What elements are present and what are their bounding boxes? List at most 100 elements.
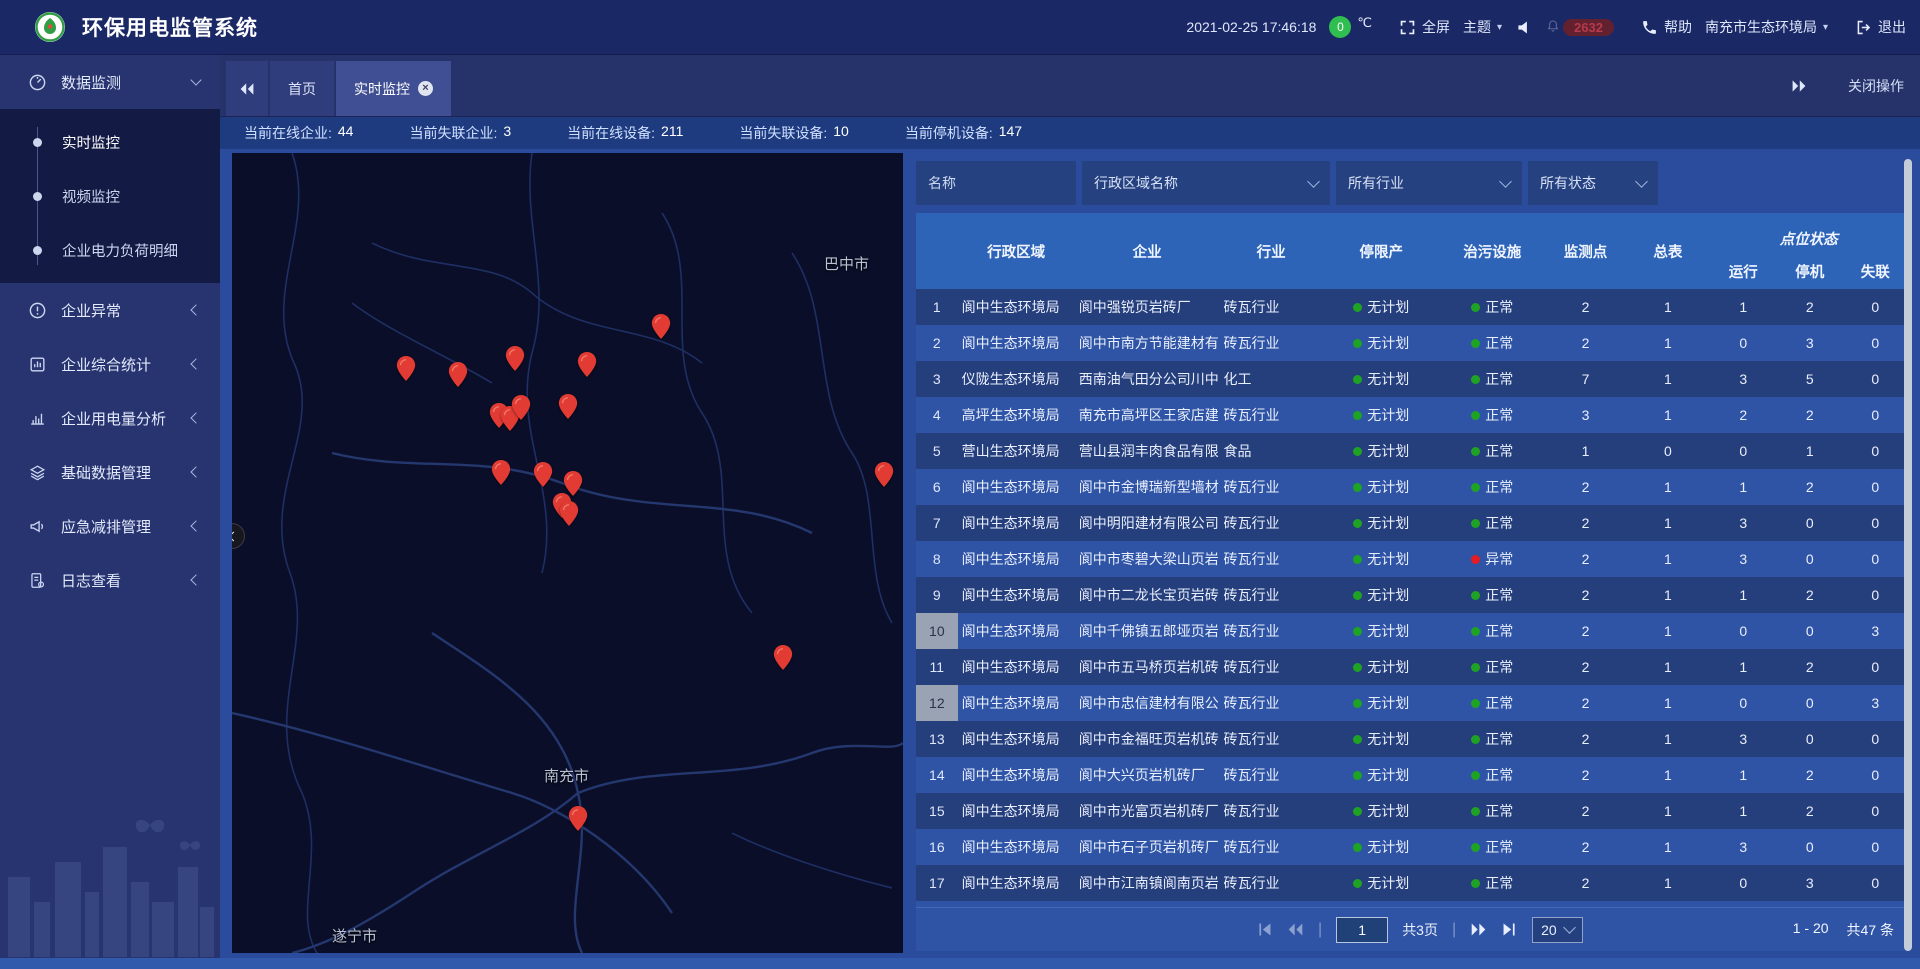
sidebar-group[interactable]: 日志查看 (0, 553, 220, 607)
sidebar-group[interactable]: 企业综合统计 (0, 337, 220, 391)
logout-icon (1855, 19, 1872, 36)
industry-filter-select[interactable]: 所有行业 (1336, 161, 1522, 205)
first-page-button[interactable] (1256, 922, 1273, 937)
cell-facility-status: 正常 (1440, 469, 1545, 505)
row-index: 11 (916, 649, 958, 685)
map-pin-icon[interactable] (874, 461, 894, 488)
map-pin-icon[interactable] (577, 351, 597, 378)
table-row[interactable]: 14 阆中生态环境局 阆中大兴页岩机砖厂 砖瓦行业 无计划 正常 2 1 1 2… (916, 757, 1908, 793)
table-row[interactable]: 9 阆中生态环境局 阆中市二龙长宝页岩砖 砖瓦行业 无计划 正常 2 1 1 2… (916, 577, 1908, 613)
table-row[interactable]: 7 阆中生态环境局 阆中明阳建材有限公司 砖瓦行业 无计划 正常 2 1 3 0… (916, 505, 1908, 541)
map-pin-icon[interactable] (491, 459, 511, 486)
cell-region: 阆中生态环境局 (958, 613, 1075, 649)
logout-button[interactable]: 退出 (1855, 17, 1906, 37)
table-row[interactable]: 12 阆中生态环境局 阆中市忠信建材有限公 砖瓦行业 无计划 正常 2 1 0 … (916, 685, 1908, 721)
tab-close-icon[interactable]: × (418, 81, 433, 96)
region-filter-select[interactable]: 行政区域名称 (1082, 161, 1330, 205)
help-button[interactable]: 帮助 (1641, 17, 1692, 37)
map-pin-icon[interactable] (568, 805, 588, 832)
mute-button[interactable] (1515, 19, 1532, 36)
map-pin-icon[interactable] (558, 393, 578, 420)
cell-company: 阆中市金福旺页岩机砖 (1075, 721, 1220, 757)
cell-stop: 2 (1777, 397, 1842, 433)
page-number-input[interactable] (1336, 917, 1388, 943)
table-row[interactable]: 1 阆中生态环境局 阆中强锐页岩砖厂 砖瓦行业 无计划 正常 2 1 1 2 0 (916, 289, 1908, 325)
cell-lost: 0 (1842, 505, 1908, 541)
page-size-select[interactable]: 20 (1532, 917, 1583, 943)
cell-company: 阆中千佛镇五郎垭页岩 (1075, 613, 1220, 649)
col-lost: 失联 (1842, 253, 1908, 289)
cell-run: 1 (1710, 757, 1777, 793)
theme-button[interactable]: 主题▾ (1463, 17, 1502, 37)
cell-facility-status: 正常 (1440, 397, 1545, 433)
divider: | (1452, 921, 1456, 939)
cell-limit-status: 无计划 (1323, 505, 1440, 541)
map-pin-icon[interactable] (651, 313, 671, 340)
sidebar-item[interactable]: 实时监控 (0, 115, 220, 169)
sidebar-group[interactable]: 数据监测 (0, 55, 220, 109)
last-page-button[interactable] (1501, 922, 1518, 937)
org-menu[interactable]: 南充市生态环境局▾ (1705, 17, 1828, 37)
tabs-scroll-left-button[interactable] (226, 61, 268, 116)
cell-points: 2 (1545, 829, 1626, 865)
table-row[interactable]: 10 阆中生态环境局 阆中千佛镇五郎垭页岩 砖瓦行业 无计划 正常 2 1 0 … (916, 613, 1908, 649)
map-pin-icon[interactable] (396, 355, 416, 382)
map-pin-icon[interactable] (511, 394, 531, 421)
sidebar-item[interactable]: 企业电力负荷明细 (0, 223, 220, 277)
map-pin-icon[interactable] (448, 361, 468, 388)
cell-limit-status: 无计划 (1323, 325, 1440, 361)
table-row[interactable]: 2 阆中生态环境局 阆中市南方节能建材有 砖瓦行业 无计划 正常 2 1 0 3… (916, 325, 1908, 361)
sidebar-group[interactable]: 企业用电量分析 (0, 391, 220, 445)
cell-company: 阆中市枣碧大梁山页岩 (1075, 541, 1220, 577)
table-row[interactable]: 17 阆中生态环境局 阆中市江南镇阆南页岩 砖瓦行业 无计划 正常 2 1 0 … (916, 865, 1908, 901)
table-row[interactable]: 8 阆中生态环境局 阆中市枣碧大梁山页岩 砖瓦行业 无计划 异常 2 1 3 0… (916, 541, 1908, 577)
cell-company: 西南油气田分公司川中 (1075, 361, 1220, 397)
cell-region: 阆中生态环境局 (958, 865, 1075, 901)
cell-stop: 3 (1777, 865, 1842, 901)
sidebar-group[interactable]: 应急减排管理 (0, 499, 220, 553)
divider: | (1318, 921, 1322, 939)
prev-page-button[interactable] (1287, 922, 1304, 937)
table-row[interactable]: 3 仪陇生态环境局 西南油气田分公司川中 化工 无计划 正常 7 1 3 5 0 (916, 361, 1908, 397)
status-dot-icon (1353, 879, 1362, 888)
chevron-down-icon (1563, 921, 1576, 934)
map-pin-icon[interactable] (533, 461, 553, 488)
fullscreen-button[interactable]: 全屏 (1399, 17, 1450, 37)
chevron-down-icon (1635, 175, 1648, 188)
notifications-button[interactable]: 2632 (1545, 19, 1614, 36)
next-page-button[interactable] (1470, 922, 1487, 937)
sidebar-group[interactable]: 企业异常 (0, 283, 220, 337)
table-row[interactable]: 4 高坪生态环境局 南充市高坪区王家店建 砖瓦行业 无计划 正常 3 1 2 2… (916, 397, 1908, 433)
bullet-icon (33, 192, 42, 201)
table-row[interactable]: 11 阆中生态环境局 阆中市五马桥页岩机砖 砖瓦行业 无计划 正常 2 1 1 … (916, 649, 1908, 685)
map-pin-icon[interactable] (505, 345, 525, 372)
status-filter-select[interactable]: 所有状态 (1528, 161, 1658, 205)
cell-company: 阆中市五马桥页岩机砖 (1075, 649, 1220, 685)
sidebar-group[interactable]: 基础数据管理 (0, 445, 220, 499)
sidebar-item[interactable]: 视频监控 (0, 169, 220, 223)
close-operations-button[interactable]: 关闭操作 (1848, 76, 1904, 96)
row-index: 17 (916, 865, 958, 901)
name-filter-input[interactable] (916, 161, 1076, 205)
speaker-icon (1515, 19, 1532, 36)
caret-down-icon: ▾ (1497, 22, 1502, 33)
cell-company: 阆中明阳建材有限公司 (1075, 505, 1220, 541)
cell-region: 阆中生态环境局 (958, 577, 1075, 613)
chevron-left-icon (190, 520, 201, 531)
map-canvas[interactable]: 巴中市南充市遂宁市 (232, 153, 903, 953)
cell-meters: 1 (1626, 721, 1709, 757)
map-pin-icon[interactable] (773, 644, 793, 671)
cell-limit-status: 无计划 (1323, 469, 1440, 505)
stat-value: 147 (999, 123, 1022, 143)
cell-industry: 砖瓦行业 (1220, 865, 1323, 901)
table-row[interactable]: 13 阆中生态环境局 阆中市金福旺页岩机砖 砖瓦行业 无计划 正常 2 1 3 … (916, 721, 1908, 757)
table-scrollbar[interactable] (1904, 159, 1912, 951)
map-pin-icon[interactable] (559, 500, 579, 527)
tabs-scroll-right-button[interactable] (1776, 79, 1822, 93)
table-row[interactable]: 5 营山生态环境局 营山县润丰肉食品有限 食品 无计划 正常 1 0 0 1 0 (916, 433, 1908, 469)
tab-home[interactable]: 首页 (270, 61, 334, 116)
table-row[interactable]: 15 阆中生态环境局 阆中市光富页岩机砖厂 砖瓦行业 无计划 正常 2 1 1 … (916, 793, 1908, 829)
tab-realtime-monitor[interactable]: 实时监控 × (336, 61, 451, 116)
table-row[interactable]: 6 阆中生态环境局 阆中市金博瑞新型墙材 砖瓦行业 无计划 正常 2 1 1 2… (916, 469, 1908, 505)
table-row[interactable]: 16 阆中生态环境局 阆中市石子页岩机砖厂 砖瓦行业 无计划 正常 2 1 3 … (916, 829, 1908, 865)
